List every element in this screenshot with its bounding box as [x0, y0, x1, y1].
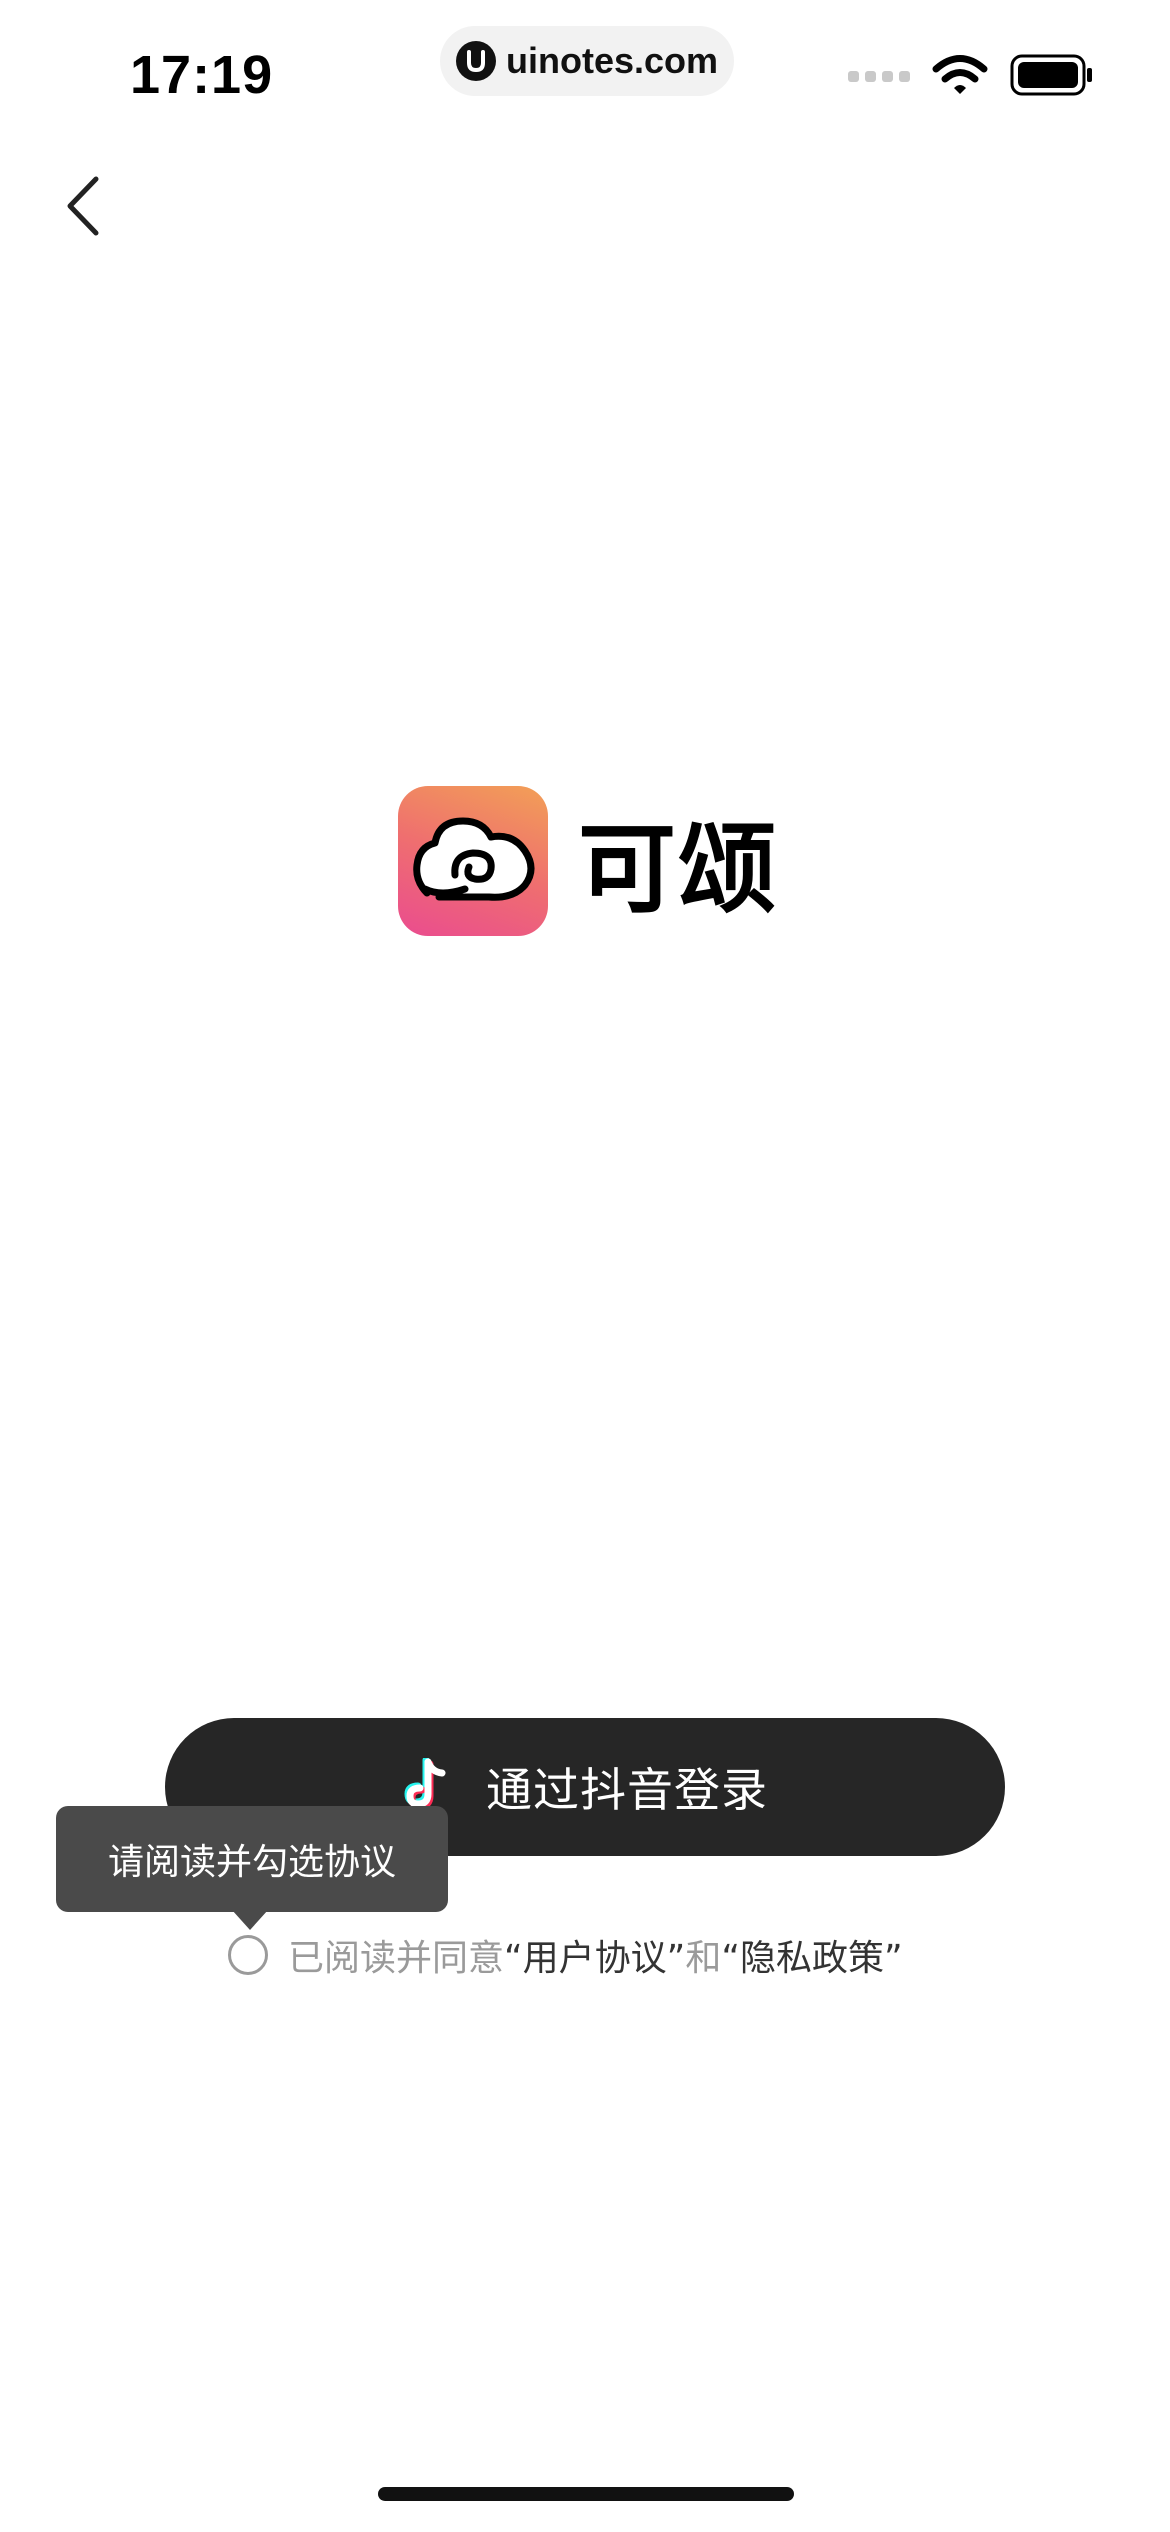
back-button[interactable]	[48, 172, 120, 244]
tooltip-arrow	[232, 1910, 268, 1930]
app-logo-icon	[398, 786, 548, 936]
status-time: 17:19	[130, 45, 274, 105]
status-icons	[848, 54, 1094, 100]
brand-logo: 可颂	[398, 786, 778, 936]
agreement-prefix: 已阅读并同意	[288, 1938, 505, 1979]
privacy-policy-link[interactable]: “隐私政策”	[721, 1929, 902, 1981]
user-agreement-link[interactable]: “用户协议”	[504, 1929, 685, 1981]
home-indicator[interactable]	[378, 2487, 794, 2501]
login-button-label: 通过抖音登录	[486, 1763, 768, 1817]
site-logo-icon	[455, 41, 496, 81]
signal-icon	[848, 65, 910, 89]
agreement-checkbox[interactable]	[228, 1935, 268, 1975]
agreement-row: 已阅读并同意 “用户协议” 和 “隐私政策”	[228, 1930, 903, 1980]
tooltip-text: 请阅读并勾选协议	[107, 1842, 396, 1883]
agreement-conjunction: 和	[685, 1938, 722, 1979]
app-name: 可颂	[578, 813, 779, 927]
url-pill[interactable]: uinotes.com	[440, 26, 734, 96]
url-text: uinotes.com	[505, 40, 719, 81]
chevron-left-icon	[64, 175, 104, 241]
wifi-icon	[932, 54, 988, 100]
agreement-tooltip: 请阅读并勾选协议	[56, 1806, 448, 1912]
battery-icon	[1010, 54, 1094, 100]
